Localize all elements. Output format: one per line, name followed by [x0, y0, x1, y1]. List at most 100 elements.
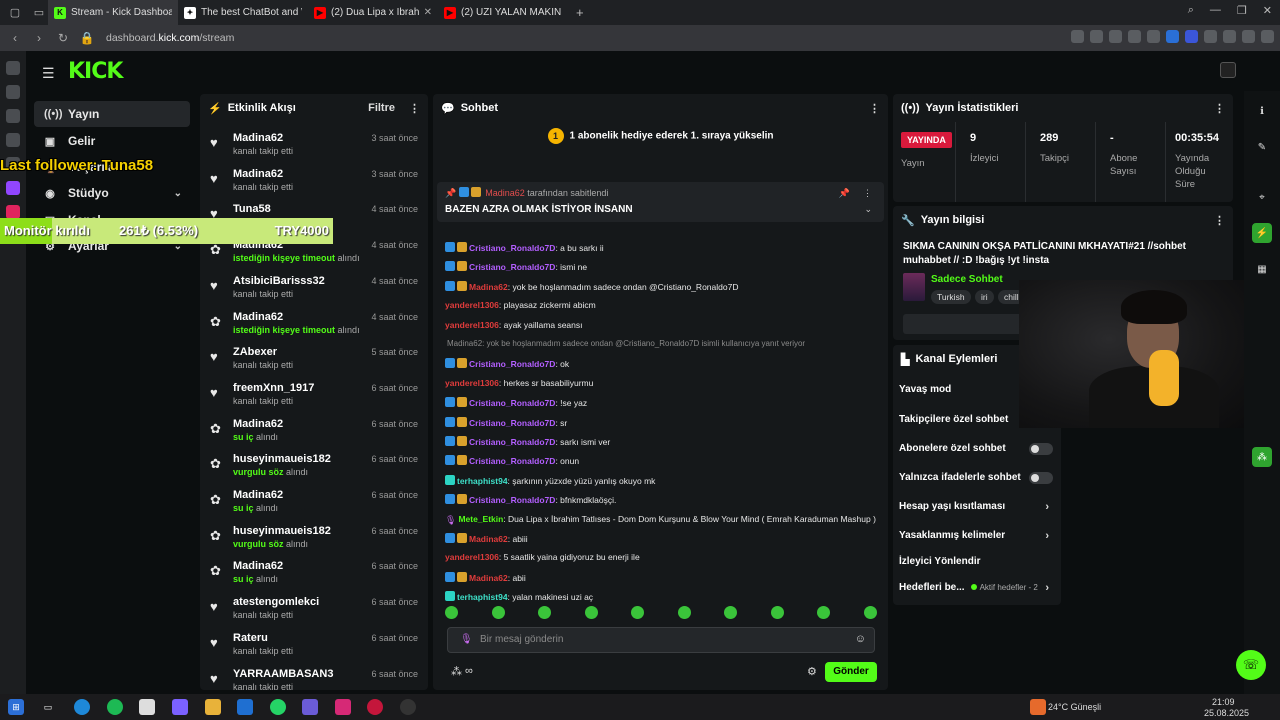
capture-icon[interactable]: ⌖ — [1252, 187, 1272, 207]
quick-emote-icon[interactable] — [770, 606, 784, 619]
chat-username[interactable]: Madina62 — [469, 282, 508, 292]
banned-words-row[interactable]: Yasaklanmış kelimeler › — [899, 530, 1055, 542]
close-tab-icon[interactable]: ✕ — [424, 7, 432, 18]
clock-date[interactable]: 25.08.2025 — [1204, 708, 1249, 718]
quick-emote-icon[interactable] — [538, 606, 552, 619]
reload-icon[interactable]: ↻ — [54, 31, 72, 45]
feed-username[interactable]: Madina62 — [233, 418, 283, 430]
more-options-icon[interactable]: ⋮ — [863, 188, 872, 199]
feed-username[interactable]: AtsibiciBarisss32 — [233, 275, 325, 287]
feed-username[interactable]: Rateru — [233, 632, 268, 644]
more-options-icon[interactable]: ⋮ — [1214, 214, 1225, 227]
minimize-icon[interactable]: — — [1210, 4, 1221, 17]
folder-icon[interactable] — [205, 699, 221, 715]
subs-only-toggle[interactable] — [1029, 443, 1053, 455]
nav-item-3[interactable]: ◉ Stüdyo ⌄ — [34, 180, 190, 206]
edit-stream-info-button[interactable] — [903, 314, 1023, 334]
opera-icon[interactable] — [367, 699, 383, 715]
chat-username[interactable]: Cristiano_Ronaldo7D — [469, 456, 555, 466]
app-icon[interactable] — [400, 699, 416, 715]
kick-logo[interactable]: KICK — [68, 59, 123, 84]
chat-username[interactable]: Cristiano_Ronaldo7D — [469, 418, 555, 428]
menu-icon[interactable] — [1261, 30, 1274, 43]
extension-icon[interactable] — [1109, 30, 1122, 43]
emotes-only-toggle[interactable] — [1029, 472, 1053, 484]
chat-input[interactable]: 🎙 Bir mesaj gönderin ☺ — [447, 627, 875, 653]
url-field[interactable]: dashboard.kick.com/stream — [106, 32, 234, 44]
browser-menu-icon[interactable]: ▢ — [6, 4, 24, 22]
emoji-picker-icon[interactable]: ☺ — [855, 633, 866, 645]
infinity-icon[interactable]: ∞ — [465, 665, 473, 677]
more-options-icon[interactable]: ⋮ — [869, 102, 880, 115]
send-button[interactable]: Gönder — [825, 662, 877, 682]
browser-tab[interactable]: K Stream - Kick Dashboard — [48, 0, 178, 25]
app-icon[interactable] — [172, 699, 188, 715]
feed-username[interactable]: huseyinmaueis182 — [233, 525, 331, 537]
user-avatar[interactable] — [1220, 62, 1236, 78]
twitch-icon[interactable] — [6, 181, 20, 195]
edit-icon[interactable]: ✎ — [1252, 137, 1272, 157]
viewer-redirect-row[interactable]: İzleyici Yönlendir — [899, 556, 1055, 567]
chat-username[interactable]: yanderel1306 — [445, 300, 499, 310]
chat-username[interactable]: terhaphist94 — [457, 592, 508, 602]
task-view-icon[interactable]: ▭ — [40, 699, 56, 715]
chat-username[interactable]: Cristiano_Ronaldo7D — [469, 262, 555, 272]
feed-username[interactable]: Madina62 — [233, 311, 283, 323]
extension-icon[interactable] — [1166, 30, 1179, 43]
feed-username[interactable]: Madina62 — [233, 132, 283, 144]
extension-icon[interactable] — [1223, 30, 1236, 43]
sidebar-app-icon[interactable] — [6, 61, 20, 75]
quick-emote-icon[interactable] — [817, 606, 831, 619]
store-icon[interactable] — [139, 699, 155, 715]
browser-tab[interactable]: ▶ (2) Dua Lipa x İbrahi ✕ — [308, 0, 438, 25]
extension-icon[interactable] — [1185, 30, 1198, 43]
quick-emote-icon[interactable] — [584, 606, 598, 619]
sidebar-app-icon[interactable] — [6, 109, 20, 123]
app-icon[interactable] — [302, 699, 318, 715]
age-restriction-row[interactable]: Hesap yaşı kısıtlaması › — [899, 501, 1055, 513]
feed-username[interactable]: Madina62 — [233, 560, 283, 572]
clock-time[interactable]: 21:09 — [1212, 697, 1235, 707]
chat-username[interactable]: yanderel1306 — [445, 320, 499, 330]
feed-username[interactable]: Tuna58 — [233, 203, 271, 215]
sidebar-app-icon[interactable] — [6, 133, 20, 147]
subs-only-row[interactable]: Abonelere özel sohbet — [899, 443, 1055, 455]
new-tab-button[interactable]: + — [576, 5, 584, 20]
quick-emote-icon[interactable] — [677, 606, 691, 619]
goals-row[interactable]: Hedefleri be... Aktif hedefler - 2 › — [899, 582, 1055, 594]
pinned-by-user[interactable]: Madina62 — [485, 188, 525, 198]
outlook-icon[interactable] — [237, 699, 253, 715]
chat-username[interactable]: Cristiano_Ronaldo7D — [469, 398, 555, 408]
unpin-icon[interactable]: 📌 — [839, 188, 850, 199]
chat-username[interactable]: Madina62 — [469, 573, 508, 583]
download-icon[interactable] — [1242, 30, 1255, 43]
sidebar-app-icon[interactable] — [6, 205, 20, 219]
extension-icon[interactable] — [1090, 30, 1103, 43]
category-name[interactable]: Sadece Sohbet — [931, 274, 1003, 285]
extension-icon[interactable] — [1204, 30, 1217, 43]
users-icon[interactable]: ⁂ — [1252, 447, 1272, 467]
chat-username[interactable]: Cristiano_Ronaldo7D — [469, 359, 555, 369]
chat-username[interactable]: Madina62 — [469, 534, 508, 544]
start-icon[interactable]: ⊞ — [8, 699, 24, 715]
chat-username[interactable]: yanderel1306 — [445, 378, 499, 388]
bookmark-icon[interactable] — [1147, 30, 1160, 43]
hamburger-menu-icon[interactable]: ☰ — [42, 65, 55, 82]
chat-users-icon[interactable]: ⁂ — [451, 665, 462, 678]
chat-username[interactable]: Cristiano_Ronaldo7D — [469, 243, 555, 253]
category-thumbnail[interactable] — [903, 273, 925, 301]
extension-icon[interactable] — [1128, 30, 1141, 43]
more-options-icon[interactable]: ⋮ — [409, 102, 420, 115]
chat-username[interactable]: Mete_Etkin — [458, 514, 503, 524]
chat-username[interactable]: terhaphist94 — [457, 476, 508, 486]
quick-emote-icon[interactable] — [445, 606, 458, 619]
feed-username[interactable]: Madina62 — [233, 168, 283, 180]
forward-icon[interactable]: › — [30, 31, 48, 45]
tab-actions-icon[interactable]: ▭ — [30, 4, 48, 22]
feed-username[interactable]: Madina62 — [233, 489, 283, 501]
browser-tab[interactable]: ✦ The best ChatBot and W — [178, 0, 308, 25]
feed-username[interactable]: huseyinmaueis182 — [233, 453, 331, 465]
grid-icon[interactable]: ▦ — [1252, 259, 1272, 279]
edge-icon[interactable] — [74, 699, 90, 715]
back-icon[interactable]: ‹ — [6, 31, 24, 45]
